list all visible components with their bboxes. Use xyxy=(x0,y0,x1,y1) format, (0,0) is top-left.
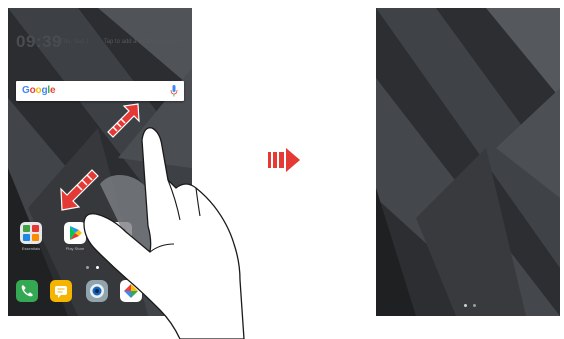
app-play-store[interactable] xyxy=(64,222,86,244)
app-tips[interactable] xyxy=(110,222,132,244)
mic-icon[interactable] xyxy=(170,84,178,98)
app-label: Play Store xyxy=(65,246,85,251)
play-store-icon xyxy=(70,226,82,240)
clock-time: 09:39 xyxy=(16,32,62,51)
google-search-widget[interactable]: Google xyxy=(16,81,184,101)
page-indicator xyxy=(464,304,488,308)
dock-phone[interactable] xyxy=(16,280,38,302)
camera-icon xyxy=(90,284,104,298)
folder-icon xyxy=(23,225,39,241)
page-indicator xyxy=(86,266,110,270)
app-label: Tips xyxy=(117,246,125,251)
photos-icon xyxy=(124,284,138,298)
messages-icon xyxy=(55,286,67,298)
weather-hint[interactable]: Tap to add a weather location xyxy=(104,39,182,45)
phone-icon xyxy=(21,285,33,297)
dock-photos[interactable] xyxy=(120,280,142,302)
tips-icon xyxy=(117,228,126,238)
dock-messages[interactable] xyxy=(50,280,72,302)
arrow-right-icon xyxy=(268,148,300,172)
home-screen-before: 09:39 Thu, Sep 1 Tap to add a weather lo… xyxy=(8,8,192,316)
wallpaper xyxy=(376,8,560,316)
app-essentials-folder[interactable] xyxy=(20,222,42,244)
dock-camera[interactable] xyxy=(86,280,108,302)
app-label: Essentials xyxy=(21,246,41,251)
clock-date: Thu, Sep 1 xyxy=(60,39,90,45)
status-area: 09:39 Thu, Sep 1 Tap to add a weather lo… xyxy=(8,8,192,62)
google-logo: Google xyxy=(22,85,56,96)
home-screen-after xyxy=(376,8,560,316)
